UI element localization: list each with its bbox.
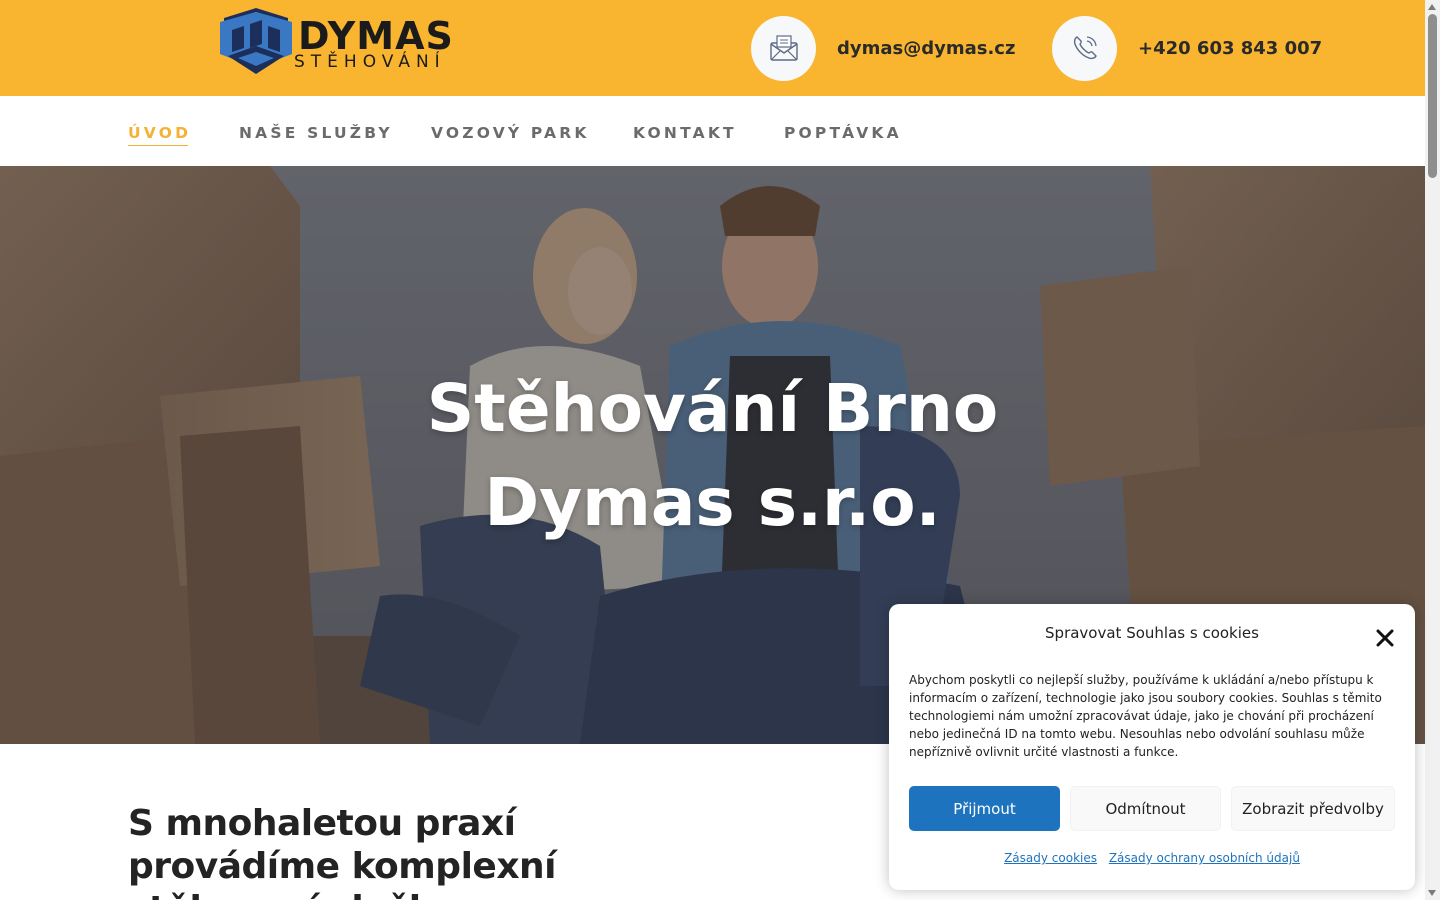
nav-item-vozovy-park[interactable]: VOZOVÝ PARK (431, 123, 590, 143)
phone-icon-circle (1052, 15, 1117, 81)
cookie-preferences-button[interactable]: Zobrazit předvolby (1231, 786, 1395, 831)
hero-title: Stěhování Brno Dymas s.r.o. (0, 362, 1425, 550)
close-icon[interactable] (1375, 628, 1395, 648)
contact-phone[interactable]: +420 603 843 007 (1052, 15, 1322, 81)
nav-item-kontakt[interactable]: KONTAKT (633, 123, 737, 143)
page-scrollbar[interactable] (1425, 0, 1440, 900)
main-navigation: ÚVOD NAŠE SLUŽBY VOZOVÝ PARK KONTAKT POP… (0, 96, 1425, 166)
cookie-policy-link[interactable]: Zásady cookies (1004, 851, 1097, 865)
logo-mark-icon (220, 8, 292, 74)
top-header: DYMAS STĚHOVÁNÍ dymas@dymas.cz +420 603 … (0, 0, 1425, 96)
cookie-deny-button[interactable]: Odmítnout (1070, 786, 1221, 831)
hero-title-line2: Dymas s.r.o. (484, 464, 941, 541)
email-link[interactable]: dymas@dymas.cz (837, 38, 1015, 59)
intro-heading-line3: stěhovací služby (128, 888, 588, 900)
hero-title-line1: Stěhování Brno (426, 370, 999, 447)
phone-icon (1073, 36, 1097, 60)
cookie-dialog-title: Spravovat Souhlas s cookies (1045, 624, 1259, 642)
phone-link[interactable]: +420 603 843 007 (1138, 38, 1322, 59)
scrollbar-thumb[interactable] (1428, 14, 1437, 178)
intro-heading: S mnohaletou praxí provádíme komplexní s… (128, 802, 588, 900)
cookie-consent-dialog: Spravovat Souhlas s cookies Abychom posk… (889, 604, 1415, 890)
logo-tagline: STĚHOVÁNÍ (294, 52, 446, 72)
logo[interactable]: DYMAS STĚHOVÁNÍ (216, 8, 486, 76)
cookie-accept-button[interactable]: Přijmout (909, 786, 1060, 831)
scroll-up-arrow-icon[interactable] (1428, 4, 1436, 10)
cookie-policy-links: Zásady cookies Zásady ochrany osobních ú… (889, 851, 1415, 865)
intro-heading-line1: S mnohaletou praxí (128, 803, 516, 844)
envelope-icon-circle (751, 15, 816, 81)
nav-item-poptavka[interactable]: POPTÁVKA (784, 123, 902, 143)
contact-email[interactable]: dymas@dymas.cz (751, 15, 1015, 81)
scroll-down-arrow-icon[interactable] (1428, 890, 1436, 896)
nav-item-nase-sluzby[interactable]: NAŠE SLUŽBY (239, 123, 393, 143)
logo-name: DYMAS (298, 14, 454, 58)
envelope-icon (769, 35, 798, 61)
nav-item-uvod[interactable]: ÚVOD (128, 123, 191, 146)
intro-heading-line2: provádíme komplexní (128, 846, 557, 887)
privacy-policy-link[interactable]: Zásady ochrany osobních údajů (1109, 851, 1300, 865)
cookie-dialog-body: Abychom poskytli co nejlepší služby, pou… (909, 673, 1382, 759)
